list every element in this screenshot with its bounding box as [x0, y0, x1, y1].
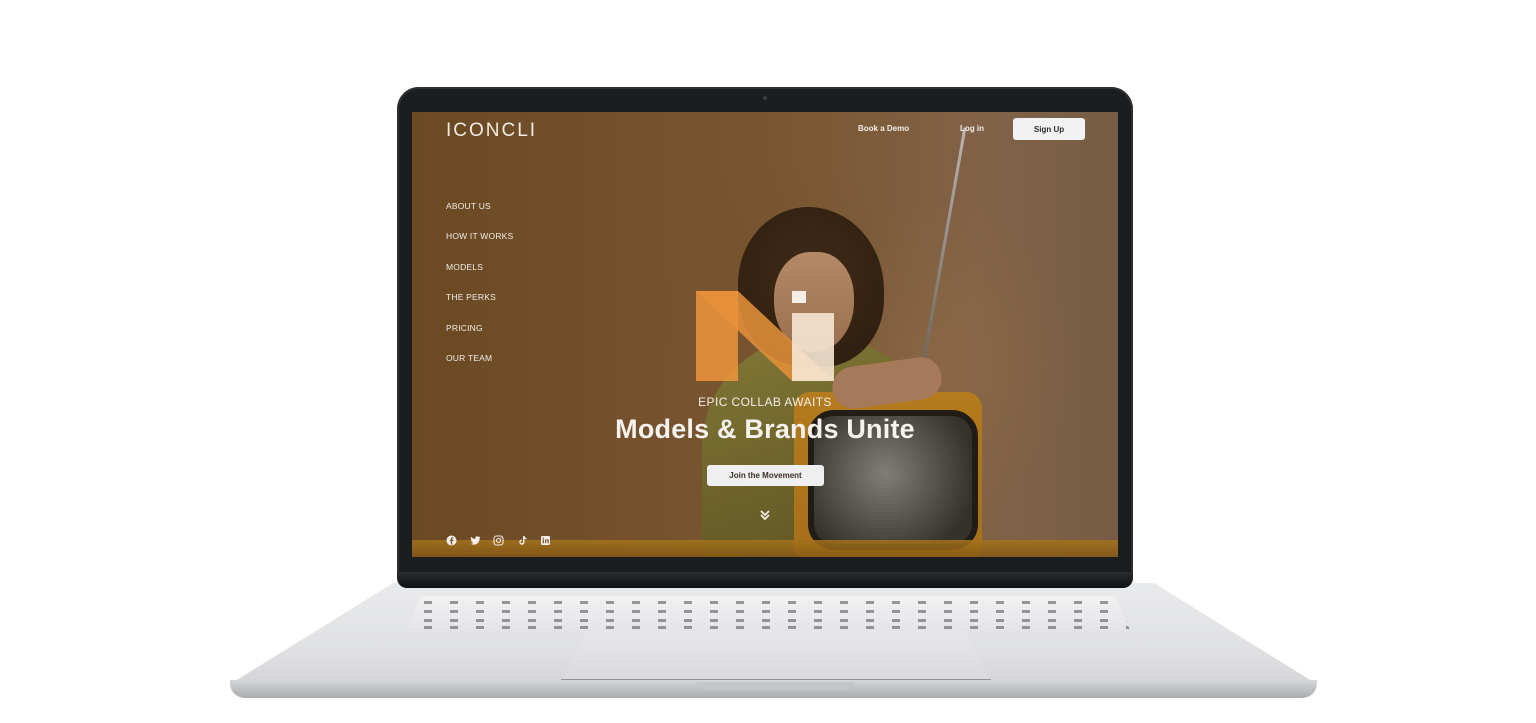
signup-button[interactable]: Sign Up — [1013, 118, 1085, 140]
book-demo-link[interactable]: Book a Demo — [858, 124, 909, 133]
twitter-icon[interactable] — [470, 535, 481, 546]
hero-headline: Models & Brands Unite — [615, 414, 915, 444]
menu-item-models[interactable]: MODELS — [446, 261, 513, 291]
laptop-frame: ICONCLI Book a Demo Log in Sign Up ABOUT… — [0, 0, 1536, 723]
keyboard — [406, 596, 1130, 630]
trackpad — [561, 631, 991, 680]
menu-item-how-it-works[interactable]: HOW IT WORKS — [446, 230, 513, 260]
laptop-notch — [696, 682, 854, 690]
side-menu: ABOUT US HOW IT WORKS MODELS THE PERKS P… — [446, 200, 513, 382]
webcam — [763, 96, 767, 100]
hero-eyebrow: EPIC COLLAB AWAITS — [698, 395, 832, 409]
menu-item-our-team[interactable]: OUR TEAM — [446, 352, 513, 382]
site-logo[interactable]: ICONCLI — [446, 120, 537, 142]
login-link[interactable]: Log in — [960, 124, 984, 133]
instagram-icon[interactable] — [493, 535, 504, 546]
tiktok-icon[interactable] — [517, 535, 528, 546]
menu-item-the-perks[interactable]: THE PERKS — [446, 291, 513, 321]
join-movement-button[interactable]: Join the Movement — [707, 465, 824, 486]
linkedin-icon[interactable] — [540, 535, 551, 546]
brand-n-mark-icon — [696, 291, 834, 381]
facebook-icon[interactable] — [446, 535, 457, 546]
chevrons-down-icon[interactable] — [759, 509, 771, 521]
menu-item-pricing[interactable]: PRICING — [446, 322, 513, 352]
website-screen: ICONCLI Book a Demo Log in Sign Up ABOUT… — [412, 112, 1118, 557]
menu-item-about-us[interactable]: ABOUT US — [446, 200, 513, 230]
laptop-hinge — [397, 572, 1133, 588]
